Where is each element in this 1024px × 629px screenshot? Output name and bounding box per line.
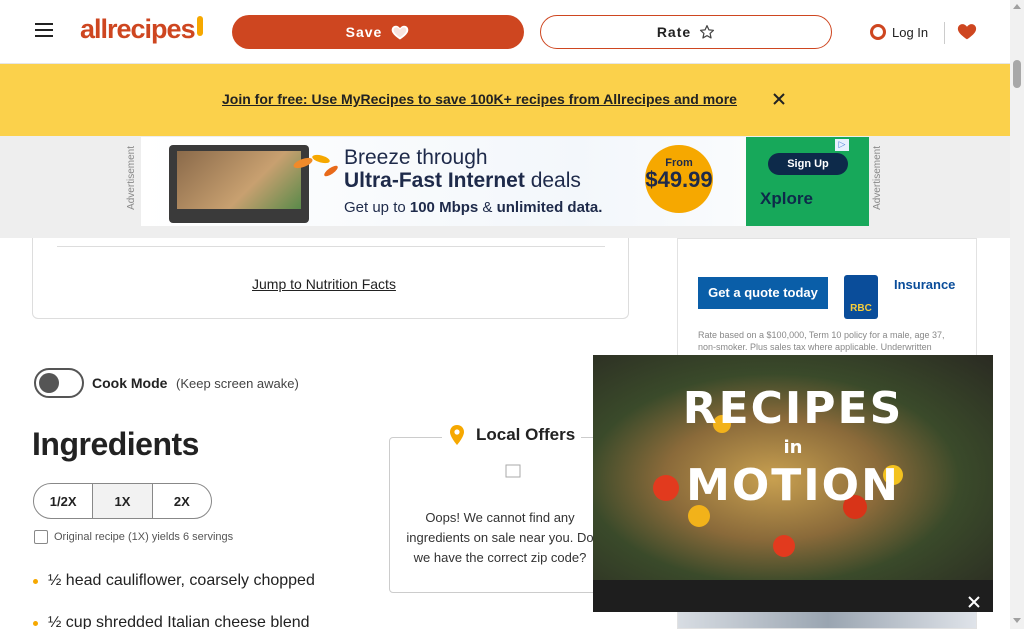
ad-signup-button[interactable]: Sign Up: [768, 153, 848, 175]
star-icon: [700, 25, 715, 39]
ad-subline-pre: Get up to: [344, 199, 410, 216]
video-title-line2: in: [783, 437, 803, 458]
leaves-graphic: [293, 154, 338, 177]
location-pin-icon: [450, 425, 464, 445]
servings-scale-selector: 1/2X 1X 2X: [33, 483, 212, 519]
ad-subline: Get up to 100 Mbps & unlimited data.: [344, 199, 602, 216]
ad-headline-1: Breeze through: [344, 146, 488, 169]
close-banner-icon[interactable]: [770, 88, 788, 110]
myrecipes-banner: Join for free: Use MyRecipes to save 100…: [0, 64, 1010, 136]
cook-mode-label: Cook Mode: [92, 375, 168, 391]
join-free-link[interactable]: Join for free: Use MyRecipes to save 100…: [222, 91, 737, 107]
heart-icon: [392, 25, 409, 40]
page: allrecipes Save Rate Log In Join for fre…: [0, 0, 1024, 629]
ingredient-bullet: [33, 578, 38, 584]
hamburger-menu-icon[interactable]: [32, 18, 56, 42]
yield-checkbox[interactable]: [34, 530, 48, 544]
ingredient-item[interactable]: ½ cup shredded Italian cheese blend: [33, 614, 310, 629]
video-control-bar: [593, 580, 993, 612]
card-divider: [57, 246, 605, 247]
rate-button[interactable]: Rate: [540, 15, 832, 49]
ingredients-heading: Ingredients: [32, 426, 199, 462]
site-header: allrecipes Save Rate Log In: [0, 0, 1010, 64]
recipes-in-motion-video[interactable]: RECIPES in MOTION: [593, 355, 993, 612]
rbc-logo: RBC: [844, 275, 878, 319]
close-video-icon[interactable]: [966, 594, 982, 610]
cook-mode-toggle[interactable]: [34, 368, 84, 398]
video-title-line1: RECIPES: [682, 383, 904, 434]
allrecipes-logo[interactable]: allrecipes: [80, 14, 203, 50]
saved-heart-icon[interactable]: [956, 20, 978, 42]
video-title: RECIPES in MOTION: [593, 385, 993, 510]
local-offers-title: Local Offers: [476, 425, 576, 444]
ad-brand-panel: Sign Up Xplore: [746, 137, 869, 226]
header-divider: [944, 22, 945, 44]
ad-product-label: Insurance: [894, 277, 956, 292]
ad-fine-print: Rate based on a $100,000, Term 10 policy…: [698, 330, 945, 352]
ingredient-text: ½ cup shredded Italian cheese blend: [48, 614, 310, 629]
page-scrollbar[interactable]: [1010, 0, 1024, 629]
scroll-up-icon[interactable]: [1013, 4, 1021, 9]
ad-price-amount: $49.99: [645, 167, 713, 192]
save-button[interactable]: Save: [232, 15, 524, 49]
ad-side-label-left: Advertisement: [126, 146, 137, 210]
ingredient-text: ½ head cauliflower, coarsely chopped: [48, 572, 315, 589]
ingredient-bullet: [33, 620, 38, 626]
ad-photo: [678, 609, 976, 628]
user-icon: [870, 24, 886, 40]
video-title-line3: MOTION: [686, 460, 900, 511]
ad-subline-data: unlimited data.: [496, 199, 603, 216]
scale-half-button[interactable]: 1/2X: [34, 484, 94, 518]
info-icon[interactable]: [505, 464, 521, 478]
login-label: Log In: [892, 24, 929, 40]
adchoices-icon[interactable]: ▷: [835, 139, 849, 151]
scale-1x-button[interactable]: 1X: [93, 484, 153, 518]
ad-headline-bold: Ultra-Fast Internet: [344, 169, 525, 192]
ad-side-label-right: Advertisement: [872, 146, 883, 210]
cook-mode-sub-label[interactable]: (Keep screen awake): [176, 376, 299, 391]
scroll-down-icon[interactable]: [1013, 618, 1021, 623]
ad-quote-button[interactable]: Get a quote today: [698, 277, 828, 309]
laptop-image: [169, 145, 309, 223]
logo-text: allrecipes: [80, 14, 196, 44]
ad-headline-rest: deals: [524, 169, 581, 192]
local-offers-message: Oops! We cannot find any ingredients on …: [406, 510, 594, 565]
ad-subline-mid: &: [478, 199, 497, 216]
ingredient-item[interactable]: ½ head cauliflower, coarsely chopped: [33, 572, 315, 590]
ad-headline-2: Ultra-Fast Internet deals: [344, 169, 581, 193]
jump-to-nutrition-link[interactable]: Jump to Nutrition Facts: [252, 276, 396, 292]
scale-2x-button[interactable]: 2X: [153, 484, 211, 518]
ad-price-badge: From $49.99: [645, 145, 713, 213]
ad-brand-logo: Xplore: [760, 189, 813, 208]
yield-text: Original recipe (1X) yields 6 servings: [54, 531, 234, 543]
yield-note: Original recipe (1X) yields 6 servings: [34, 530, 233, 544]
internet-ad-banner[interactable]: Breeze through Ultra-Fast Internet deals…: [141, 137, 869, 226]
ad-subline-speed: 100 Mbps: [409, 199, 479, 216]
save-button-label: Save: [345, 24, 383, 40]
rate-button-label: Rate: [656, 24, 692, 40]
login-link[interactable]: Log In: [870, 20, 928, 44]
local-offers-header: Local Offers: [442, 424, 582, 446]
scroll-thumb[interactable]: [1013, 60, 1021, 88]
